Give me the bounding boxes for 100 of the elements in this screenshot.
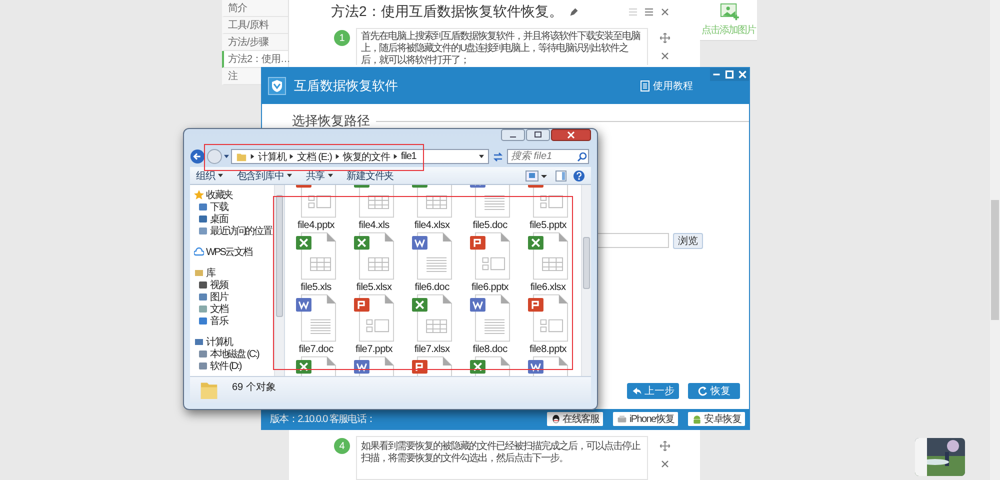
penguin-icon (550, 414, 561, 424)
close-icon[interactable] (660, 459, 670, 469)
file-item[interactable]: file6.xlsx (519, 232, 577, 294)
scrollbar[interactable] (274, 185, 284, 376)
file-item[interactable]: file7.pptx (345, 294, 403, 356)
step-number: 4 (334, 438, 350, 454)
caret-icon[interactable] (479, 154, 484, 159)
file-icon (412, 294, 452, 342)
file-name: file5.xlsx (356, 282, 392, 293)
footer-button[interactable]: iPhone恢复 (613, 412, 678, 426)
chevron-icon (334, 154, 340, 159)
chevron-icon (250, 154, 255, 159)
file-item[interactable]: file4.xlsx (403, 185, 461, 232)
file-name: file6.doc (414, 282, 450, 293)
minimize-icon[interactable] (501, 129, 525, 141)
scrollbar[interactable] (990, 0, 1000, 480)
move-icon[interactable] (660, 441, 670, 451)
file-name: file5.doc (472, 220, 508, 231)
preview-pane-icon[interactable] (555, 170, 567, 182)
section-tab[interactable]: 简介 (222, 0, 288, 17)
nav-item[interactable]: 软件 (D:) (194, 360, 274, 372)
help-icon[interactable] (573, 170, 585, 182)
file-name: file7.pptx (355, 344, 393, 355)
file-item[interactable]: file6.doc (403, 232, 461, 294)
file-item[interactable]: file8.pptx (519, 294, 577, 356)
menu-icon[interactable] (644, 7, 654, 17)
help-link[interactable]: 使用教程 (640, 79, 693, 93)
file-item[interactable]: file4.xls (345, 185, 403, 232)
toolbar-button[interactable]: 包含到库中 (236, 168, 292, 182)
address-bar[interactable]: 计算机 文档 (E:) 恢复的文件 file1 (231, 149, 489, 164)
android-icon (692, 414, 702, 424)
file-item[interactable]: file7.xlsx (403, 294, 461, 356)
file-icon (412, 232, 452, 280)
close-icon[interactable] (660, 7, 670, 17)
maximize-icon[interactable] (526, 129, 550, 141)
nav-item[interactable]: 音乐 (194, 315, 274, 327)
nav-item[interactable]: 图片 (194, 291, 274, 303)
nav-item[interactable]: WPS云文档 (194, 246, 274, 258)
close-icon[interactable] (660, 51, 670, 61)
section-tab[interactable]: 方法2：使用… (222, 51, 288, 68)
shield-logo-icon (268, 77, 286, 95)
circular-arrow-icon (698, 386, 708, 396)
nav-item[interactable]: 最近访问的位置 (194, 225, 274, 237)
nav-item[interactable]: 文档 (194, 303, 274, 315)
file-item[interactable]: file5.xlsx (345, 232, 403, 294)
chevron-icon (289, 154, 294, 159)
breadcrumb[interactable]: file1 (400, 151, 416, 162)
file-item[interactable]: file5.pptx (519, 185, 577, 232)
search-field[interactable]: 搜索 file1 (507, 149, 589, 164)
pencil-icon[interactable] (568, 7, 579, 17)
window-title: 互盾数据恢复软件 (294, 77, 398, 95)
move-icon[interactable] (660, 33, 670, 43)
caret-icon[interactable] (224, 154, 229, 159)
view-icon[interactable] (525, 170, 549, 182)
minimize-icon[interactable] (710, 68, 723, 81)
file-name: file4.xls (358, 220, 390, 231)
footer-button[interactable]: 安卓恢复 (688, 412, 745, 426)
back-button[interactable]: 上一步 (627, 383, 679, 399)
nav-item[interactable]: 视频 (194, 279, 274, 291)
file-icon (354, 232, 394, 280)
scrollbar[interactable] (581, 185, 591, 376)
close-icon[interactable] (736, 68, 749, 81)
printer-icon (617, 414, 628, 424)
footer-button[interactable]: 在线客服 (546, 412, 604, 426)
close-icon[interactable] (551, 129, 591, 141)
file-item[interactable]: file6.pptx (461, 232, 519, 294)
file-icon (470, 232, 510, 280)
breadcrumb[interactable]: 文档 (E:) (297, 150, 332, 164)
back-icon[interactable] (190, 149, 205, 164)
browse-button[interactable]: 浏览 (673, 233, 703, 249)
file-item[interactable]: file5.xls (287, 232, 345, 294)
nav-item[interactable]: 下载 (194, 201, 274, 213)
file-item[interactable]: file4.pptx (287, 185, 345, 232)
nav-item[interactable]: 库 (194, 267, 274, 279)
step-text-box[interactable]: 如果看到需要恢复的被隐藏的文件已经被扫描完成之后，可以点击停止扫描，将需要恢复的文件勾选出，然后点击下一步。 (356, 436, 648, 480)
toolbar-button[interactable]: 新建文件夹 (346, 168, 394, 182)
nav-item[interactable]: 桌面 (194, 213, 274, 225)
nav-item[interactable]: 本地磁盘 (C:) (194, 348, 274, 360)
chevron-icon (392, 154, 398, 159)
file-item[interactable]: file5.doc (461, 185, 519, 232)
file-icon (296, 294, 336, 342)
maximize-icon[interactable] (723, 68, 736, 81)
toolbar-button[interactable]: 组织 (196, 168, 223, 182)
nav-item[interactable]: 计算机 (194, 336, 274, 348)
file-icon (296, 232, 336, 280)
file-item[interactable]: file7.doc (287, 294, 345, 356)
file-item[interactable]: file8.doc (461, 294, 519, 356)
recover-button[interactable]: 恢复 (688, 383, 740, 399)
file-name: file4.pptx (297, 220, 335, 231)
nav-item[interactable]: 收藏夹 (194, 189, 274, 201)
refresh-icon[interactable] (491, 150, 505, 164)
breadcrumb[interactable]: 计算机 (258, 150, 286, 164)
file-name: file5.pptx (529, 220, 567, 231)
file-name: file7.xlsx (414, 344, 450, 355)
section-tab[interactable]: 工具/原料 (222, 17, 288, 34)
step-heading: 方法2：使用互盾数据恢复软件恢复。 (331, 3, 563, 21)
file-name: file8.pptx (529, 344, 567, 355)
file-name: file5.xls (300, 282, 332, 293)
toolbar-button[interactable]: 共享 (306, 168, 333, 182)
breadcrumb[interactable]: 恢复的文件 (342, 150, 390, 164)
